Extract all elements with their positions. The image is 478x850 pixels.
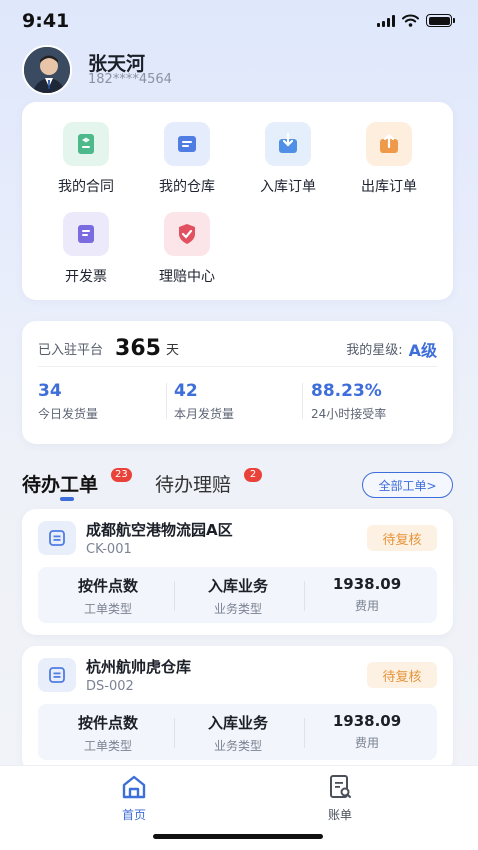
business-type: 入库业务 业务类型	[173, 712, 303, 754]
days-unit: 天	[165, 343, 179, 358]
stat-value: 42	[174, 381, 198, 401]
shortcut-my-contracts[interactable]: 我的合同	[36, 122, 136, 196]
warehouse-icon	[164, 122, 210, 166]
tab-label: 待办理赔	[155, 474, 232, 496]
tab-pending-orders[interactable]: 待办工单	[22, 470, 98, 497]
bill-icon	[330, 775, 351, 798]
home-icon	[122, 775, 146, 799]
joined-days: 365	[115, 336, 161, 361]
field-label: 业务类型	[213, 602, 262, 616]
shortcut-label: 出库订单	[361, 179, 417, 195]
shortcut-label: 理赔中心	[159, 269, 215, 285]
order-card[interactable]: 成都航空港物流园A区 CK-001 待复核 按件点数 工单类型 入库业务 业务类…	[22, 509, 453, 635]
tab-label: 待办工单	[22, 474, 99, 496]
avatar[interactable]	[22, 45, 72, 95]
nav-label: 账单	[327, 808, 352, 822]
field-label: 费用	[354, 599, 379, 613]
home-indicator	[153, 834, 323, 839]
business-type: 入库业务 业务类型	[173, 575, 303, 617]
status-badge: 待复核	[367, 662, 437, 688]
contract-icon	[63, 122, 109, 166]
level-label: 我的星级:	[346, 343, 403, 358]
user-phone: 182****4564	[88, 72, 172, 87]
warehouse-name: 杭州航帅虎仓库	[86, 658, 192, 676]
claims-icon	[164, 212, 210, 256]
shortcut-claims-center[interactable]: 理赔中心	[137, 212, 237, 286]
order-code: CK-001	[86, 542, 132, 557]
invoice-icon	[63, 212, 109, 256]
stat-value: 34	[38, 381, 62, 401]
shortcut-label: 入库订单	[260, 179, 316, 195]
field-value: 入库业务	[207, 577, 268, 595]
order-card[interactable]: 杭州航帅虎仓库 DS-002 待复核 按件点数 工单类型 入库业务 业务类型 1…	[22, 646, 453, 772]
warehouse-icon	[38, 658, 76, 692]
order-info: 按件点数 工单类型 入库业务 业务类型 1938.09 费用	[38, 704, 437, 760]
order-info: 按件点数 工单类型 入库业务 业务类型 1938.09 费用	[38, 567, 437, 623]
order-code: DS-002	[86, 679, 134, 694]
nav-label: 首页	[121, 808, 146, 822]
wifi-icon	[402, 14, 419, 27]
field-label: 工单类型	[83, 739, 132, 753]
field-label: 工单类型	[83, 602, 132, 616]
field-value: 1938.09	[332, 712, 402, 730]
status-icons	[377, 14, 455, 27]
stat-divider	[166, 383, 167, 419]
field-label: 费用	[354, 736, 379, 750]
order-fee: 1938.09 费用	[302, 712, 432, 751]
stats-header: 已入驻平台 365 天 我的星级: A级	[38, 331, 437, 367]
outbound-order-icon	[366, 122, 412, 166]
nav-home[interactable]: 首页	[104, 774, 164, 823]
battery-icon	[426, 14, 455, 27]
status-time: 9:41	[22, 10, 70, 32]
stat-label: 本月发货量	[174, 407, 235, 421]
active-tab-indicator	[60, 497, 74, 501]
shortcut-card: 我的合同 我的仓库 入库订单 出库订单 开发票 理赔中心	[22, 102, 453, 300]
order-fee: 1938.09 费用	[302, 575, 432, 614]
order-type: 按件点数 工单类型	[43, 575, 173, 617]
stats-card: 已入驻平台 365 天 我的星级: A级 34 今日发货量 42 本月发货量 8…	[22, 321, 453, 444]
signal-icon	[377, 14, 395, 27]
shortcut-label: 我的仓库	[159, 179, 215, 195]
shortcut-invoice[interactable]: 开发票	[36, 212, 136, 286]
tab-pending-claims[interactable]: 待办理赔	[155, 470, 231, 497]
field-value: 入库业务	[207, 714, 268, 732]
all-orders-button[interactable]: 全部工单>	[362, 472, 453, 498]
shortcut-inbound-orders[interactable]: 入库订单	[238, 122, 338, 196]
stat-month-shipments: 42 本月发货量	[174, 381, 234, 422]
shortcut-my-warehouse[interactable]: 我的仓库	[137, 122, 237, 196]
nav-bills[interactable]: 账单	[310, 774, 370, 823]
shortcut-label: 开发票	[65, 269, 107, 285]
star-level: A级	[408, 340, 437, 360]
field-label: 业务类型	[213, 739, 262, 753]
stat-divider	[302, 383, 303, 419]
shortcut-label: 我的合同	[58, 179, 114, 195]
stat-label: 24小时接受率	[311, 407, 387, 421]
order-type: 按件点数 工单类型	[43, 712, 173, 754]
stat-label: 今日发货量	[38, 407, 99, 421]
warehouse-name: 成都航空港物流园A区	[86, 521, 233, 539]
stat-acceptance-rate: 88.23% 24小时接受率	[311, 381, 386, 422]
warehouse-icon	[38, 521, 76, 555]
stat-today-shipments: 34 今日发货量	[38, 381, 98, 422]
joined-label: 已入驻平台	[38, 343, 104, 358]
pending-claims-badge: 2	[244, 468, 262, 482]
stat-value: 88.23%	[311, 381, 382, 401]
inbound-order-icon	[265, 122, 311, 166]
field-value: 按件点数	[77, 577, 138, 595]
status-badge: 待复核	[367, 525, 437, 551]
shortcut-outbound-orders[interactable]: 出库订单	[339, 122, 439, 196]
pending-orders-badge: 23	[111, 468, 132, 482]
field-value: 按件点数	[77, 714, 138, 732]
field-value: 1938.09	[332, 575, 402, 593]
